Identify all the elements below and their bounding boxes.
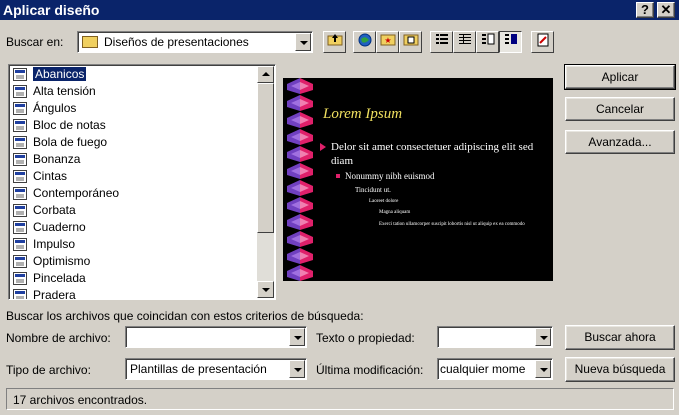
scroll-down-icon[interactable] bbox=[257, 281, 274, 298]
chevron-down-icon[interactable] bbox=[535, 360, 551, 378]
template-file-icon bbox=[13, 153, 27, 166]
list-item-label: Pincelada bbox=[33, 271, 86, 285]
status-bar: 17 archivos encontrados. bbox=[6, 388, 674, 410]
file-type-label: Tipo de archivo: bbox=[6, 363, 91, 377]
design-list[interactable]: Abanicos Alta tensión Ángulos Bloc de notas… bbox=[8, 64, 276, 300]
advanced-button[interactable]: Avanzada... bbox=[565, 130, 675, 154]
look-in-combo[interactable]: Diseños de presentaciones bbox=[77, 31, 313, 53]
look-in-label: Buscar en: bbox=[6, 35, 64, 49]
template-file-icon bbox=[13, 102, 27, 115]
template-file-icon bbox=[13, 221, 27, 234]
preview-view-icon[interactable] bbox=[499, 31, 522, 53]
list-item-label: Corbata bbox=[33, 203, 76, 217]
template-file-icon bbox=[13, 170, 27, 183]
list-item[interactable]: Impulso bbox=[9, 236, 275, 253]
scroll-thumb[interactable] bbox=[257, 83, 274, 233]
fan-pattern-icon bbox=[287, 78, 313, 281]
details-view-icon[interactable] bbox=[453, 31, 476, 53]
list-item[interactable]: Alta tensión bbox=[9, 83, 275, 100]
status-text: 17 archivos encontrados. bbox=[13, 393, 148, 407]
template-file-icon bbox=[13, 238, 27, 251]
design-preview: Lorem Ipsum Delor sit amet consectetuer … bbox=[283, 78, 553, 281]
list-item[interactable]: Cuaderno bbox=[9, 219, 275, 236]
list-item-label: Bonanza bbox=[33, 152, 81, 166]
text-property-combo[interactable] bbox=[437, 326, 553, 348]
list-item-label: Impulso bbox=[33, 237, 76, 251]
favorites-icon[interactable]: ★ bbox=[376, 31, 399, 53]
preview-bullet-6: Exerci tation ullamcorper suscipit lobor… bbox=[379, 222, 525, 227]
chevron-down-icon[interactable] bbox=[289, 360, 305, 378]
list-item[interactable]: Abanicos bbox=[9, 66, 275, 83]
list-item-label: Bloc de notas bbox=[33, 118, 106, 132]
list-item[interactable]: Bonanza bbox=[9, 151, 275, 168]
svg-text:★: ★ bbox=[384, 36, 391, 45]
chevron-down-icon[interactable] bbox=[535, 328, 551, 346]
list-item[interactable]: Bloc de notas bbox=[9, 117, 275, 134]
template-file-icon bbox=[13, 289, 27, 299]
list-item-label: Alta tensión bbox=[33, 84, 96, 98]
list-item[interactable]: Corbata bbox=[9, 202, 275, 219]
preview-bullet-2: Nonummy nibh euismod bbox=[336, 171, 435, 181]
folder-icon bbox=[82, 36, 98, 48]
template-file-icon bbox=[13, 68, 27, 81]
list-item-label: Abanicos bbox=[33, 67, 87, 81]
preview-bullet-5: Magna aliquam bbox=[379, 210, 411, 215]
up-folder-icon[interactable] bbox=[323, 31, 346, 53]
list-item[interactable]: Ángulos bbox=[9, 100, 275, 117]
list-item-label: Cuaderno bbox=[33, 220, 86, 234]
last-modified-combo[interactable]: cualquier mome bbox=[437, 358, 553, 380]
file-type-combo[interactable]: Plantillas de presentación bbox=[125, 358, 307, 380]
close-button[interactable]: ✕ bbox=[657, 2, 675, 18]
find-now-button[interactable]: Buscar ahora bbox=[565, 325, 675, 350]
design-list-items: Abanicos Alta tensión Ángulos Bloc de notas… bbox=[9, 65, 275, 300]
properties-view-icon[interactable] bbox=[476, 31, 499, 53]
file-name-label: Nombre de archivo: bbox=[6, 331, 111, 345]
list-item[interactable]: Contemporáneo bbox=[9, 185, 275, 202]
new-search-button[interactable]: Nueva búsqueda bbox=[565, 357, 675, 382]
list-scrollbar[interactable] bbox=[257, 66, 274, 298]
template-file-icon bbox=[13, 272, 27, 285]
preview-bullet-3: Tincidunt ut. bbox=[355, 186, 391, 194]
template-file-icon bbox=[13, 85, 27, 98]
list-item-label: Ángulos bbox=[33, 101, 77, 115]
text-property-label: Texto o propiedad: bbox=[316, 331, 415, 345]
list-item-label: Optimismo bbox=[33, 254, 91, 268]
template-file-icon bbox=[13, 119, 27, 132]
list-item[interactable]: Pincelada bbox=[9, 270, 275, 287]
list-item[interactable]: Pradera bbox=[9, 287, 275, 300]
window-title: Aplicar diseño bbox=[3, 2, 100, 18]
template-file-icon bbox=[13, 136, 27, 149]
file-name-combo[interactable] bbox=[125, 326, 307, 348]
search-criteria-label: Buscar los archivos que coincidan con es… bbox=[6, 309, 364, 323]
template-file-icon bbox=[13, 187, 27, 200]
preview-bullet-4: Laoreet dolore bbox=[369, 199, 399, 204]
chevron-down-icon[interactable] bbox=[295, 33, 311, 51]
list-item[interactable]: Cintas bbox=[9, 168, 275, 185]
preview-bullet-1: Delor sit amet consectetuer adipiscing e… bbox=[320, 140, 546, 168]
list-item[interactable]: Bola de fuego bbox=[9, 134, 275, 151]
help-button[interactable]: ? bbox=[636, 2, 654, 18]
apply-button[interactable]: Aplicar bbox=[564, 64, 676, 90]
list-item-label: Cintas bbox=[33, 169, 68, 183]
views-icon[interactable] bbox=[399, 31, 422, 53]
list-view-icon[interactable] bbox=[430, 31, 453, 53]
tools-icon[interactable] bbox=[531, 31, 554, 53]
list-item-label: Pradera bbox=[33, 288, 76, 300]
web-search-icon[interactable] bbox=[353, 31, 376, 53]
template-file-icon bbox=[13, 204, 27, 217]
cancel-button[interactable]: Cancelar bbox=[565, 97, 675, 121]
last-modified-label: Última modificación: bbox=[316, 363, 424, 377]
list-item-label: Contemporáneo bbox=[33, 186, 120, 200]
list-item[interactable]: Optimismo bbox=[9, 253, 275, 270]
scroll-up-icon[interactable] bbox=[257, 66, 274, 83]
title-bar[interactable]: Aplicar diseño bbox=[0, 0, 679, 20]
preview-title: Lorem Ipsum bbox=[323, 106, 403, 122]
list-item-label: Bola de fuego bbox=[33, 135, 108, 149]
chevron-down-icon[interactable] bbox=[289, 328, 305, 346]
template-file-icon bbox=[13, 255, 27, 268]
